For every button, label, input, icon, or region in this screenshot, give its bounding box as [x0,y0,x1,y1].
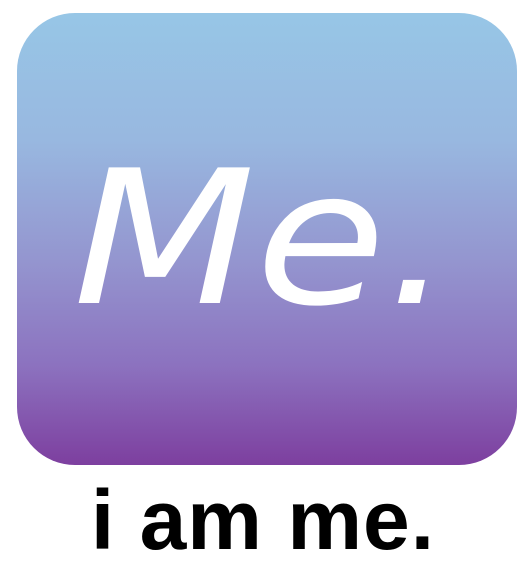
logo-text: Me. [73,130,453,347]
page: Me. i am me. [0,0,526,573]
logo-wordmark: Me. [73,130,453,347]
app-icon-logo: Me. [17,13,517,465]
tagline: i am me. [90,473,436,567]
